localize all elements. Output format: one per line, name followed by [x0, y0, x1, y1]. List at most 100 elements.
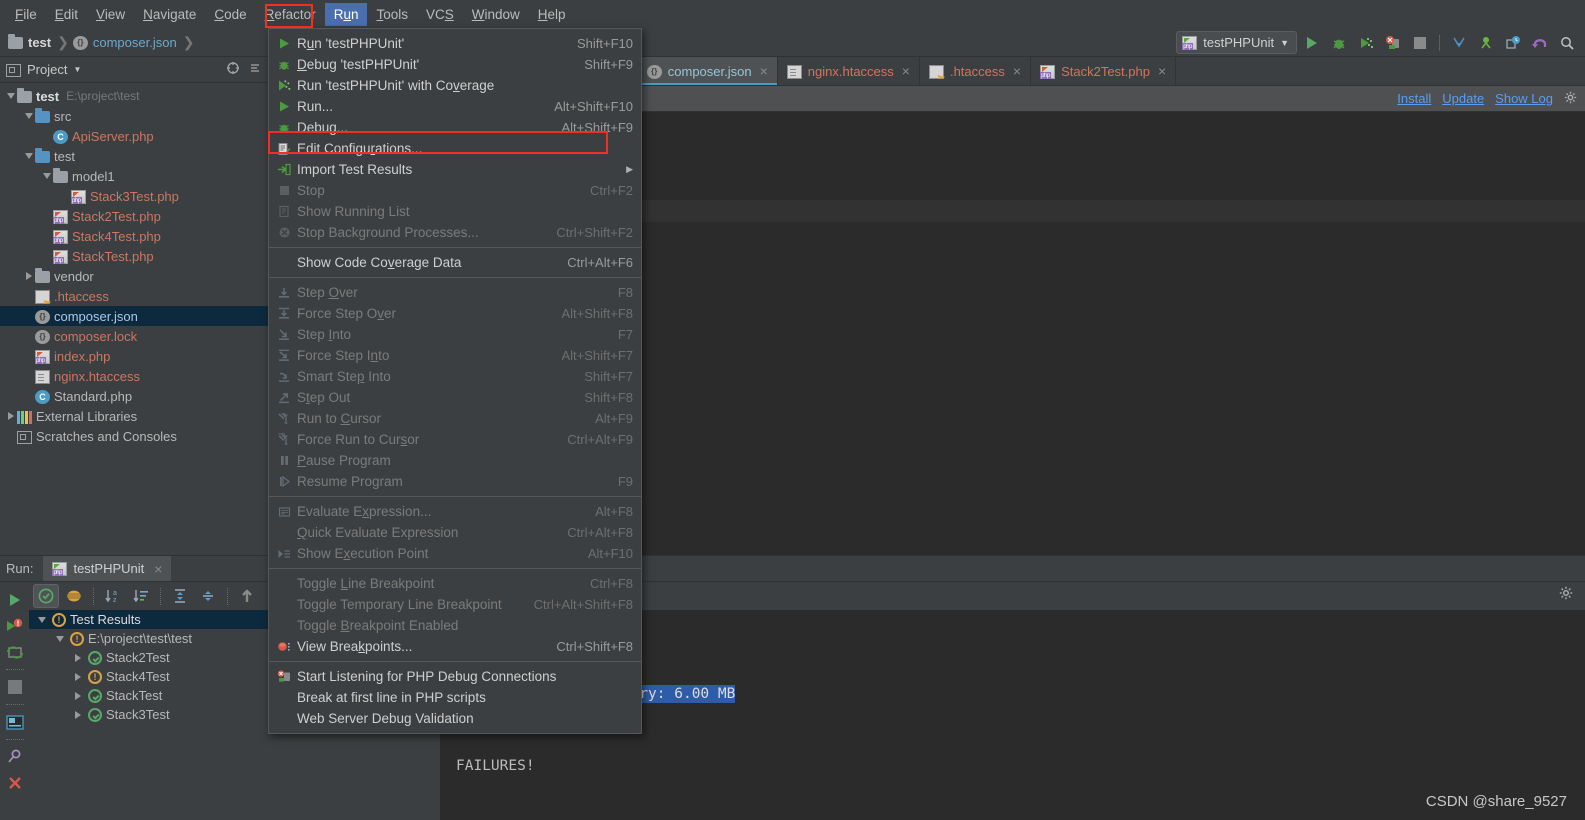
tree-item-model1[interactable]: model1	[0, 166, 268, 186]
sort-by-duration-button[interactable]	[128, 584, 154, 608]
stop-button[interactable]	[1408, 31, 1432, 54]
tree-twisty[interactable]	[22, 153, 35, 159]
menu-navigate[interactable]: Navigate	[134, 3, 205, 26]
run-with-coverage-button[interactable]	[1354, 31, 1378, 54]
tree-twisty[interactable]	[22, 272, 35, 280]
editor-tab-nginx-htaccess[interactable]: nginx.htaccess ×	[778, 57, 920, 85]
close-icon[interactable]: ×	[760, 63, 768, 79]
stop-listening-button[interactable]	[1381, 31, 1405, 54]
tree-item-stacktest-php[interactable]: StackTest.php	[0, 246, 268, 266]
tree-item-index-php[interactable]: index.php	[0, 346, 268, 366]
tree-item-stack4test-php[interactable]: Stack4Test.php	[0, 226, 268, 246]
tree-twisty[interactable]	[4, 93, 17, 99]
breadcrumb-item-test[interactable]: test	[8, 34, 53, 50]
menu-vcs[interactable]: VCS	[417, 3, 463, 26]
menu-item-debug[interactable]: Debug... Alt+Shift+F9	[269, 117, 641, 138]
stop-button[interactable]	[4, 675, 26, 699]
expand-all-button[interactable]	[167, 584, 193, 608]
menu-item-view-breakpoints[interactable]: View Breakpoints... Ctrl+Shift+F8	[269, 636, 641, 657]
tree-twisty[interactable]	[71, 691, 84, 700]
run-tab-testphpunit[interactable]: testPHPUnit ×	[43, 556, 172, 581]
tree-twisty[interactable]	[4, 412, 17, 420]
tree-item--htaccess[interactable]: .htaccess	[0, 286, 268, 306]
tree-twisty[interactable]	[71, 672, 84, 681]
pin-icon[interactable]	[4, 745, 26, 769]
run-button[interactable]	[1300, 31, 1324, 54]
menu-item-debug--testphpunit[interactable]: Debug 'testPHPUnit' Shift+F9	[269, 54, 641, 75]
menu-item-import-test-results[interactable]: Import Test Results ▶	[269, 159, 641, 180]
rollback-button[interactable]	[1528, 31, 1552, 54]
tree-item-vendor[interactable]: vendor	[0, 266, 268, 286]
close-icon[interactable]: ×	[902, 63, 910, 79]
menu-window[interactable]: Window	[463, 3, 529, 26]
vcs-update-button[interactable]	[1447, 31, 1471, 54]
tree-item-nginx-htaccess[interactable]: nginx.htaccess	[0, 366, 268, 386]
install-link[interactable]: Install	[1397, 91, 1431, 106]
gear-icon[interactable]	[1564, 91, 1577, 107]
menu-item-start-listening-for-php-debug-connections[interactable]: Start Listening for PHP Debug Connection…	[269, 666, 641, 687]
menu-refactor[interactable]: Refactor	[256, 3, 325, 26]
tree-item-standard-php[interactable]: C Standard.php	[0, 386, 268, 406]
sort-alphabetically-button[interactable]: az	[100, 584, 126, 608]
run-configuration-selector[interactable]: testPHPUnit ▼	[1176, 31, 1297, 54]
tree-twisty[interactable]	[53, 635, 66, 642]
run-menu-dropdown[interactable]: Run 'testPHPUnit' Shift+F10 Debug 'testPHP…	[268, 28, 642, 734]
tree-twisty[interactable]	[40, 173, 53, 179]
show-passed-tests-button[interactable]	[33, 584, 59, 608]
console-toggle-button[interactable]	[4, 710, 26, 734]
tree-item-composer-json[interactable]: composer.json	[0, 306, 268, 326]
menu-item-break-at-first-line-in-php-scripts[interactable]: Break at first line in PHP scripts	[269, 687, 641, 708]
menu-item-edit-configurations[interactable]: Edit Configurations...	[269, 138, 641, 159]
collapse-all-icon[interactable]	[248, 61, 262, 78]
run-panel-settings-icon[interactable]	[1559, 586, 1573, 603]
menu-item-run--testphpunit[interactable]: Run 'testPHPUnit' Shift+F10	[269, 33, 641, 54]
menu-help[interactable]: Help	[529, 3, 575, 26]
search-everywhere-button[interactable]	[1555, 31, 1579, 54]
menu-tools[interactable]: Tools	[367, 3, 417, 26]
toggle-auto-test-button[interactable]	[4, 640, 26, 664]
vcs-history-button[interactable]	[1501, 31, 1525, 54]
previous-failed-test-button[interactable]	[234, 584, 260, 608]
menu-item-web-server-debug-validation[interactable]: Web Server Debug Validation	[269, 708, 641, 729]
tree-twisty[interactable]	[22, 113, 35, 119]
editor-tab--htaccess[interactable]: .htaccess ×	[920, 57, 1032, 85]
close-icon[interactable]: ×	[1013, 63, 1021, 79]
editor-tab-stack2test-php[interactable]: Stack2Test.php ×	[1031, 57, 1177, 85]
update-link[interactable]: Update	[1442, 91, 1484, 106]
close-icon[interactable]: ×	[154, 561, 162, 577]
tree-item-stack2test-php[interactable]: Stack2Test.php	[0, 206, 268, 226]
menu-view[interactable]: View	[87, 3, 134, 26]
menu-code[interactable]: Code	[205, 3, 255, 26]
scroll-from-source-icon[interactable]	[226, 61, 240, 78]
rerun-button[interactable]	[4, 588, 26, 612]
tree-item-composer-lock[interactable]: composer.lock	[0, 326, 268, 346]
tree-item-stack3test-php[interactable]: Stack3Test.php	[0, 186, 268, 206]
menu-file[interactable]: File	[6, 3, 46, 26]
editor-tab-composer-json[interactable]: composer.json ×	[637, 57, 778, 85]
tree-item-external-libraries[interactable]: External Libraries	[0, 406, 268, 426]
tree-twisty[interactable]	[71, 653, 84, 662]
tree-twisty[interactable]	[35, 616, 48, 623]
vcs-commit-button[interactable]	[1474, 31, 1498, 54]
menu-run[interactable]: Run	[324, 2, 368, 26]
tree-item-test[interactable]: test	[0, 146, 268, 166]
rerun-failed-tests-button[interactable]	[4, 614, 26, 638]
menu-item-run[interactable]: Run... Alt+Shift+F10	[269, 96, 641, 117]
menu-item-show-code-coverage-data[interactable]: Show Code Coverage Data Ctrl+Alt+F6	[269, 252, 641, 273]
project-file-tree[interactable]: test E:\project\test src C ApiServer.php test…	[0, 83, 268, 446]
collapse-all-button[interactable]	[195, 584, 221, 608]
tree-item-src[interactable]: src	[0, 106, 268, 126]
close-icon[interactable]: ×	[1158, 63, 1166, 79]
show-ignored-tests-button[interactable]	[61, 584, 87, 608]
breadcrumb-item-composer[interactable]: composer.json	[72, 35, 179, 50]
tree-twisty[interactable]	[71, 710, 84, 719]
tree-item-test[interactable]: test E:\project\test	[0, 86, 268, 106]
debug-button[interactable]	[1327, 31, 1351, 54]
menu-edit[interactable]: Edit	[46, 3, 87, 26]
show-log-link[interactable]: Show Log	[1495, 91, 1553, 106]
tree-item-apiserver-php[interactable]: C ApiServer.php	[0, 126, 268, 146]
menu-item-run--testphpunit--with-coverage[interactable]: Run 'testPHPUnit' with Coverage	[269, 75, 641, 96]
tree-item-scratches-and-consoles[interactable]: Scratches and Consoles	[0, 426, 268, 446]
close-icon[interactable]	[4, 771, 26, 795]
chevron-down-icon[interactable]: ▼	[73, 65, 81, 74]
